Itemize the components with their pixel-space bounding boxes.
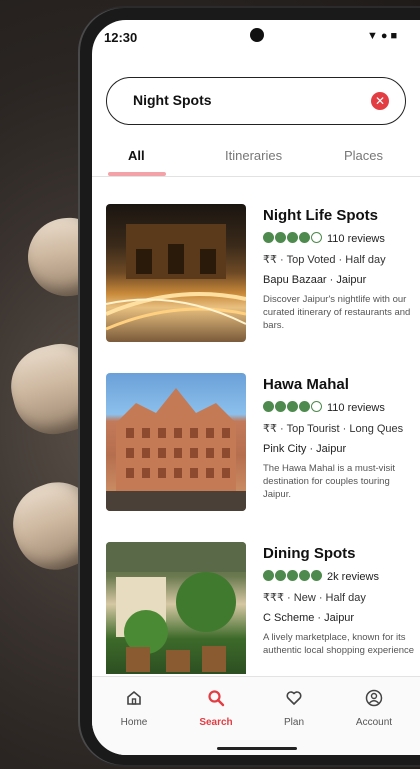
rating-dot-filled [299,570,310,581]
result-image[interactable] [106,373,246,511]
review-count[interactable]: 110 reviews [327,402,385,414]
search-icon[interactable] [186,689,246,711]
result-card-dining-spots[interactable]: Dining Spots 2k reviews ₹₹₹ · New · Half… [106,542,420,674]
result-image[interactable] [106,204,246,342]
result-title[interactable]: Dining Spots [263,545,420,562]
rating-row: 110 reviews [263,232,420,245]
nav-plan[interactable]: Plan [264,689,324,728]
result-title[interactable]: Night Life Spots [263,207,420,224]
result-title[interactable]: Hawa Mahal [263,376,420,393]
rating-dot-filled [263,401,274,412]
rating-dot-filled [299,401,310,412]
result-meta: ₹₹₹ · New · Half day [263,592,366,604]
heart-icon[interactable] [264,689,324,711]
result-description: A lively marketplace, known for its auth… [263,632,415,656]
result-description: Discover Jaipur's nightlife with our cur… [263,294,411,331]
nav-label: Account [355,717,393,728]
rating-dot-filled [263,570,274,581]
result-image[interactable] [106,542,246,674]
rating-dot-filled [275,570,286,581]
rating-dot-filled [311,570,322,581]
status-bar: 12:30 ▼●■ [92,20,420,56]
result-info: Dining Spots 2k reviews ₹₹₹ · New · Half… [263,542,420,657]
result-meta: ₹₹ · Top Tourist · Long Ques [263,423,404,435]
status-time: 12:30 [104,30,138,45]
nav-label: Home [120,717,148,728]
search-query[interactable]: Night Spots [133,92,212,108]
result-info: Night Life Spots 110 reviews ₹₹ · Top Vo… [263,204,420,332]
home-icon[interactable] [104,689,164,711]
rating-dot-filled [299,232,310,243]
nav-label: Plan [283,717,304,728]
account-icon[interactable] [344,689,404,711]
rating-dot-empty [311,232,322,243]
app-screen: 12:30 ▼●■ Night Spots ✕ All Itineraries … [92,20,420,755]
tab-itineraries[interactable]: Itineraries [225,148,282,163]
camera-cutout [250,28,264,42]
result-card-hawa-mahal[interactable]: Hawa Mahal 110 reviews ₹₹ · Top Tourist … [106,373,420,513]
result-location: Bapu Bazaar · Jaipur [263,274,367,286]
rating-dot-filled [287,570,298,581]
tab-bar: All Itineraries Places [92,144,420,177]
nav-search[interactable]: Search [186,689,246,728]
rating-row: 110 reviews [263,401,420,414]
results-list[interactable]: Night Life Spots 110 reviews ₹₹ · Top Vo… [92,204,420,674]
rating-dot-filled [275,401,286,412]
rating-dot-filled [287,401,298,412]
rating-dot-empty [311,401,322,412]
tab-all[interactable]: All [128,148,145,163]
home-indicator[interactable] [217,747,297,750]
result-description: The Hawa Mahal is a must-visit destinati… [263,463,395,500]
rating-dot-filled [275,232,286,243]
rating-dot-filled [287,232,298,243]
result-meta: ₹₹ · Top Voted · Half day [263,254,386,266]
result-card-night-life-spots[interactable]: Night Life Spots 110 reviews ₹₹ · Top Vo… [106,204,420,344]
nav-label: Search [199,717,233,728]
nav-account[interactable]: Account [344,689,404,728]
review-count[interactable]: 110 reviews [327,233,385,245]
result-location: Pink City · Jaipur [263,443,347,455]
nav-home[interactable]: Home [104,689,164,728]
result-location: C Scheme · Jaipur [263,612,355,624]
result-info: Hawa Mahal 110 reviews ₹₹ · Top Tourist … [263,373,420,501]
review-count[interactable]: 2k reviews [327,571,379,583]
rating-row: 2k reviews [263,570,420,583]
close-icon[interactable]: ✕ [371,92,389,110]
active-tab-indicator [108,172,166,176]
bottom-navigation: Home Search Plan Account [92,676,420,755]
rating-dot-filled [263,232,274,243]
search-input[interactable]: Night Spots ✕ [106,77,406,125]
tab-places[interactable]: Places [344,148,383,163]
status-icons: ▼●■ [367,30,401,42]
